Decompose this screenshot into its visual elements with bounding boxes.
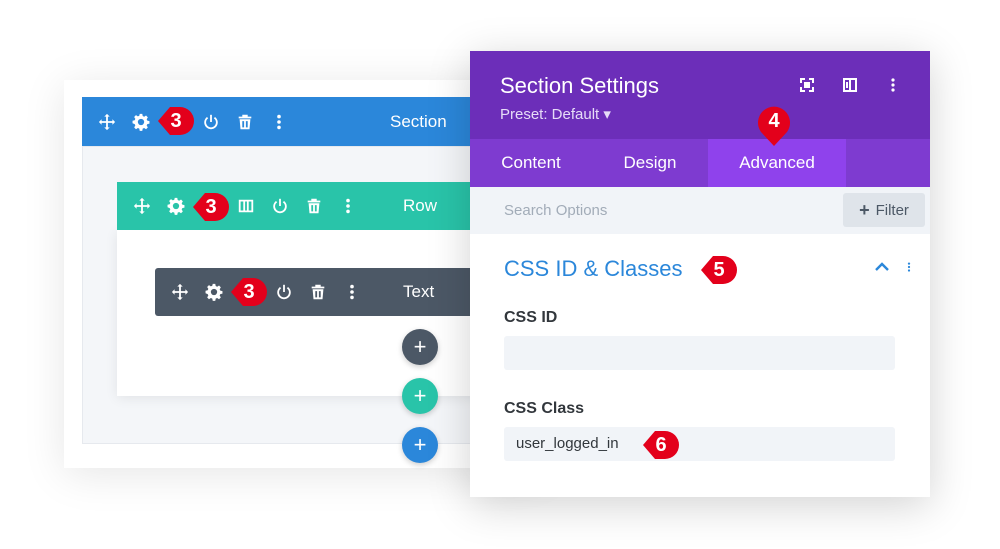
filter-label: Filter bbox=[875, 201, 909, 219]
more-icon[interactable] bbox=[904, 259, 914, 275]
add-module-button[interactable]: + bbox=[402, 329, 438, 365]
more-icon[interactable] bbox=[262, 98, 296, 146]
gear-icon[interactable] bbox=[159, 182, 193, 230]
add-row-button[interactable]: + bbox=[402, 378, 438, 414]
move-icon[interactable] bbox=[90, 98, 124, 146]
callout-badge: 3 bbox=[229, 275, 269, 309]
columns-icon[interactable] bbox=[229, 182, 263, 230]
gear-icon[interactable] bbox=[124, 98, 158, 146]
callout-badge: 5 bbox=[699, 253, 739, 287]
callout-badge: 6 bbox=[641, 428, 681, 462]
row-toolbar: Row bbox=[117, 182, 497, 230]
module-toolbar: Text bbox=[155, 268, 495, 316]
filter-button[interactable]: + Filter bbox=[843, 193, 925, 227]
modal-header: Section Settings Preset: Default ▾ bbox=[470, 51, 930, 139]
fullscreen-icon[interactable] bbox=[785, 73, 828, 97]
preset-selector[interactable]: Preset: Default ▾ bbox=[500, 105, 611, 123]
power-icon[interactable] bbox=[267, 268, 301, 316]
callout-badge: 4 bbox=[756, 104, 792, 148]
row-label: Row bbox=[403, 196, 438, 215]
more-icon[interactable] bbox=[331, 182, 365, 230]
power-icon[interactable] bbox=[194, 98, 228, 146]
modal-title: Section Settings bbox=[500, 73, 659, 98]
more-icon[interactable] bbox=[335, 268, 369, 316]
move-icon[interactable] bbox=[163, 268, 197, 316]
section-label: Section bbox=[390, 111, 447, 131]
power-icon[interactable] bbox=[263, 182, 297, 230]
trash-icon[interactable] bbox=[301, 268, 335, 316]
tab-design[interactable]: Design bbox=[592, 139, 708, 187]
search-input[interactable]: Search Options bbox=[504, 202, 607, 219]
callout-badge: 3 bbox=[191, 190, 231, 224]
css-id-field[interactable] bbox=[504, 336, 895, 370]
add-section-button[interactable]: + bbox=[402, 427, 438, 463]
css-id-label: CSS ID bbox=[504, 309, 558, 326]
section-toolbar: Section bbox=[82, 97, 502, 146]
modal-tabs: Content Design Advanced bbox=[470, 139, 930, 187]
chevron-up-icon[interactable] bbox=[874, 259, 890, 275]
plus-icon: + bbox=[859, 199, 870, 220]
tab-content[interactable]: Content bbox=[470, 139, 592, 187]
search-bar: Search Options + Filter bbox=[470, 187, 930, 234]
gear-icon[interactable] bbox=[197, 268, 231, 316]
more-icon[interactable] bbox=[871, 73, 914, 97]
group-title[interactable]: CSS ID & Classes bbox=[504, 256, 683, 282]
split-view-icon[interactable] bbox=[828, 73, 871, 97]
trash-icon[interactable] bbox=[297, 182, 331, 230]
module-label: Text bbox=[403, 282, 435, 301]
callout-badge: 3 bbox=[156, 104, 196, 138]
move-icon[interactable] bbox=[125, 182, 159, 230]
css-class-label: CSS Class bbox=[504, 400, 585, 417]
css-class-field[interactable]: user_logged_in bbox=[504, 427, 895, 461]
trash-icon[interactable] bbox=[228, 98, 262, 146]
